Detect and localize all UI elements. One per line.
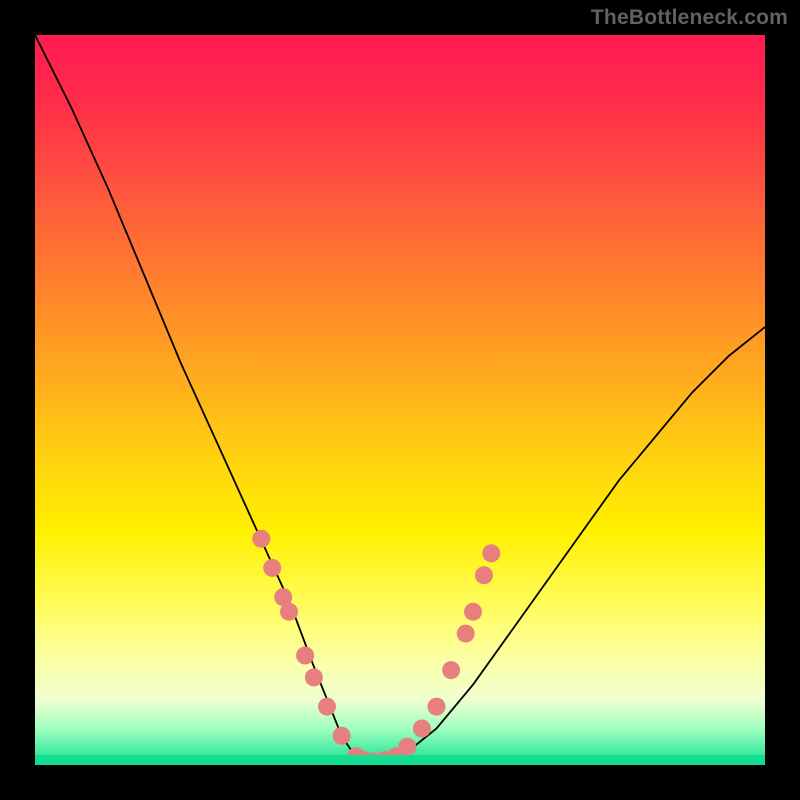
curve-marker bbox=[398, 738, 416, 756]
curve-marker bbox=[428, 698, 446, 716]
curve-marker bbox=[464, 603, 482, 621]
curve-marker bbox=[482, 544, 500, 562]
green-baseline-strip bbox=[35, 755, 765, 765]
curve-marker bbox=[296, 647, 314, 665]
curve-marker bbox=[318, 698, 336, 716]
curve-marker bbox=[252, 530, 270, 548]
curve-marker bbox=[475, 566, 493, 584]
chart-plot-area bbox=[35, 35, 765, 765]
curve-marker bbox=[442, 661, 460, 679]
bottleneck-curve bbox=[35, 35, 765, 765]
curve-marker bbox=[413, 720, 431, 738]
curve-marker bbox=[305, 668, 323, 686]
curve-markers bbox=[252, 530, 500, 765]
curve-marker bbox=[333, 727, 351, 745]
curve-marker bbox=[280, 603, 298, 621]
curve-marker bbox=[457, 625, 475, 643]
chart-frame: TheBottleneck.com bbox=[0, 0, 800, 800]
chart-svg bbox=[35, 35, 765, 765]
curve-marker bbox=[263, 559, 281, 577]
watermark-text: TheBottleneck.com bbox=[591, 6, 788, 30]
